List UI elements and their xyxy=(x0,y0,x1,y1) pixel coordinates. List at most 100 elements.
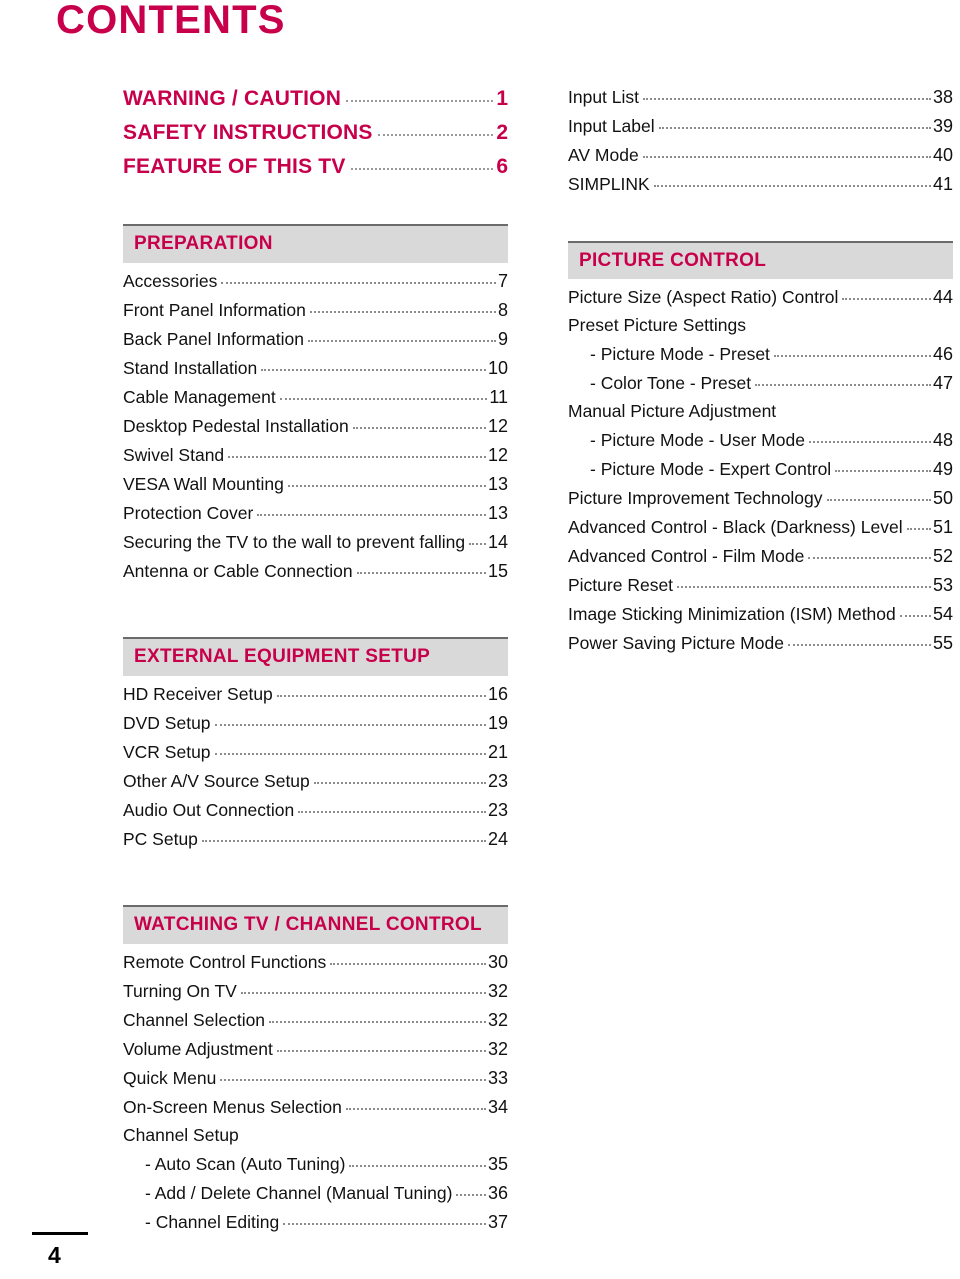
dot-leader xyxy=(346,100,494,102)
toc-entry-row[interactable]: Input Label 39 xyxy=(568,117,953,136)
dot-leader xyxy=(287,484,486,487)
dot-leader xyxy=(377,134,494,136)
toc-entry-page-number: 23 xyxy=(487,770,508,791)
dot-leader xyxy=(787,644,931,647)
toc-entry-label: - Add / Delete Channel (Manual Tuning) xyxy=(145,1182,453,1203)
toc-entry-label: DVD Setup xyxy=(123,712,211,733)
toc-entry-row[interactable]: Turning On TV 32 xyxy=(123,982,508,1001)
toc-entry-page-number: 53 xyxy=(932,575,953,596)
section-header-band: EXTERNAL EQUIPMENT SETUP xyxy=(123,636,508,676)
toc-entry-row[interactable]: Other A/V Source Setup 23 xyxy=(123,772,508,791)
toc-entry-row[interactable]: AV Mode 40 xyxy=(568,146,953,165)
toc-entry-label: Input List xyxy=(568,87,640,107)
toc-entry-row[interactable]: Picture Reset 53 xyxy=(568,576,953,595)
dot-leader xyxy=(276,694,486,697)
toc-entry-row[interactable]: Accessories 7 xyxy=(123,272,508,291)
toc-entry-row[interactable]: DVD Setup 19 xyxy=(123,714,508,733)
toc-entry-row[interactable]: Antenna or Cable Connection 15 xyxy=(123,562,508,581)
toc-entry-row[interactable]: Input List 38 xyxy=(568,88,953,107)
toc-entry-row[interactable]: Image Sticking Minimization (ISM) Method… xyxy=(568,605,953,624)
toc-entry-row[interactable]: Quick Menu 33 xyxy=(123,1069,508,1088)
toc-entry-row[interactable]: Channel Setup xyxy=(123,1126,508,1145)
toc-entry-label: Turning On TV xyxy=(123,980,237,1001)
toc-entry-page-number: 8 xyxy=(497,299,508,320)
toc-entry-row[interactable]: Desktop Pedestal Installation 12 xyxy=(123,417,508,436)
toc-entry-row[interactable]: Stand Installation 10 xyxy=(123,359,508,378)
toc-entry-row[interactable]: Securing the TV to the wall to prevent f… xyxy=(123,533,508,552)
toc-heading-row[interactable]: SAFETY INSTRUCTIONS 2 xyxy=(123,122,508,143)
dot-leader xyxy=(349,1164,486,1167)
toc-entry-label: - Picture Mode - User Mode xyxy=(590,430,805,451)
toc-heading-row[interactable]: WARNING / CAUTION 1 xyxy=(123,88,508,109)
dot-leader xyxy=(201,839,486,842)
toc-entry-label: HD Receiver Setup xyxy=(123,683,273,704)
toc-entry-row[interactable]: VESA Wall Mounting 13 xyxy=(123,475,508,494)
toc-entry-page-number: 12 xyxy=(487,415,508,436)
section-entry-list: Remote Control Functions 30 Turning On TV 3… xyxy=(123,953,508,1232)
toc-entry-page-number: 13 xyxy=(487,502,508,523)
toc-entry-row[interactable]: PC Setup 24 xyxy=(123,830,508,849)
toc-entry-row[interactable]: Advanced Control - Film Mode 52 xyxy=(568,547,953,566)
toc-entry-row[interactable]: Advanced Control - Black (Darkness) Leve… xyxy=(568,518,953,537)
toc-entry-row[interactable]: Front Panel Information 8 xyxy=(123,301,508,320)
toc-entry-row[interactable]: Back Panel Information 9 xyxy=(123,330,508,349)
toc-entry-page-number: 16 xyxy=(487,683,508,704)
toc-entry-row[interactable]: - Auto Scan (Auto Tuning) 35 xyxy=(123,1155,508,1174)
section-header-band: PREPARATION xyxy=(123,224,508,263)
dot-leader xyxy=(330,962,486,965)
toc-entry-row[interactable]: - Add / Delete Channel (Manual Tuning) 36 xyxy=(123,1184,508,1203)
toc-entry-row[interactable]: Audio Out Connection 23 xyxy=(123,801,508,820)
toc-entry-row[interactable]: Manual Picture Adjustment xyxy=(568,403,953,421)
page-title: CONTENTS xyxy=(56,0,286,42)
toc-entry-label: Stand Installation xyxy=(123,357,258,378)
toc-entry-row[interactable]: HD Receiver Setup 16 xyxy=(123,685,508,704)
section-header-band: PICTURE CONTROL xyxy=(568,240,953,280)
toc-entry-row[interactable]: - Picture Mode - Expert Control 49 xyxy=(568,460,953,479)
dot-leader xyxy=(220,1078,486,1081)
toc-entry-row[interactable]: Cable Management 11 xyxy=(123,388,508,407)
toc-entry-row[interactable]: Remote Control Functions 30 xyxy=(123,953,508,972)
toc-entry-label: Securing the TV to the wall to prevent f… xyxy=(123,531,466,552)
dot-leader xyxy=(808,441,931,444)
toc-entry-row[interactable]: - Picture Mode - Preset 46 xyxy=(568,345,953,364)
toc-entry-row[interactable]: Channel Selection 32 xyxy=(123,1011,508,1030)
toc-entry-page-number: 35 xyxy=(487,1153,508,1174)
toc-entry-label: Protection Cover xyxy=(123,502,254,523)
dot-leader xyxy=(677,586,931,589)
toc-entry-row[interactable]: - Color Tone - Preset 47 xyxy=(568,374,953,393)
toc-entry-label: - Color Tone - Preset xyxy=(590,373,752,394)
toc-entry-row[interactable]: Volume Adjustment 32 xyxy=(123,1040,508,1059)
toc-entry-page-number: 24 xyxy=(487,828,508,849)
toc-entry-page-number: 38 xyxy=(932,87,953,107)
toc-entry-label: Swivel Stand xyxy=(123,444,225,465)
dot-leader xyxy=(642,156,931,158)
toc-entry-row[interactable]: Protection Cover 13 xyxy=(123,504,508,523)
toc-entry-row[interactable]: Preset Picture Settings xyxy=(568,317,953,335)
toc-entry-page-number: 13 xyxy=(487,473,508,494)
toc-entry-page-number: 30 xyxy=(487,951,508,972)
dot-leader xyxy=(221,281,496,284)
dot-leader xyxy=(261,368,486,371)
toc-entry-row[interactable]: On-Screen Menus Selection 34 xyxy=(123,1098,508,1117)
toc-entry-row[interactable]: Power Saving Picture Mode 55 xyxy=(568,634,953,653)
toc-entry-page-number: 52 xyxy=(932,546,953,567)
toc-entry-label: AV Mode xyxy=(568,145,639,165)
toc-entry-label: On-Screen Menus Selection xyxy=(123,1096,342,1117)
toc-heading-row[interactable]: FEATURE OF THIS TV 6 xyxy=(123,156,508,177)
toc-entry-row[interactable]: - Channel Editing 37 xyxy=(123,1213,508,1232)
toc-entry-row[interactable]: - Picture Mode - User Mode 48 xyxy=(568,431,953,450)
dot-leader xyxy=(283,1222,486,1225)
toc-entry-label: Other A/V Source Setup xyxy=(123,770,310,791)
toc-entry-row[interactable]: Swivel Stand 12 xyxy=(123,446,508,465)
dot-leader xyxy=(257,513,486,516)
toc-entry-label: Channel Selection xyxy=(123,1009,266,1030)
toc-entry-row[interactable]: VCR Setup 21 xyxy=(123,743,508,762)
toc-entry-page-number: 32 xyxy=(487,1009,508,1030)
toc-entry-row[interactable]: SIMPLINK 41 xyxy=(568,175,953,194)
toc-entry-row[interactable]: Picture Improvement Technology 50 xyxy=(568,489,953,508)
toc-entry-page-number: 2 xyxy=(496,121,508,144)
dot-leader xyxy=(345,1107,486,1110)
toc-entry-label: PC Setup xyxy=(123,828,198,849)
toc-entry-row[interactable]: Picture Size (Aspect Ratio) Control 44 xyxy=(568,288,953,307)
